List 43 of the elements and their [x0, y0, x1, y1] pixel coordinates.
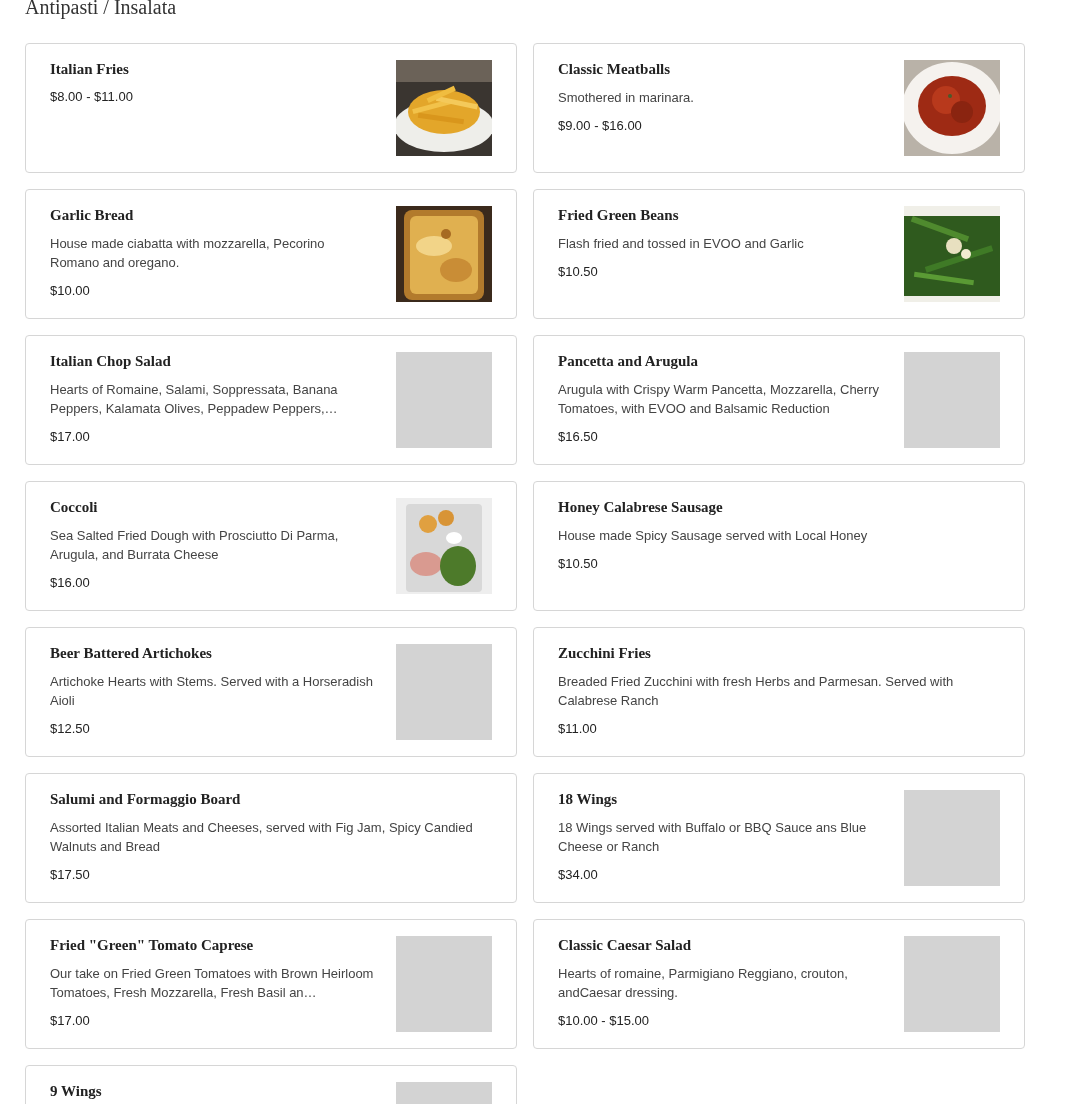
- item-description: Flash fried and tossed in EVOO and Garlic: [558, 235, 805, 253]
- item-name: 9 Wings: [50, 1083, 103, 1100]
- item-description: Hearts of romaine, Parmigiano Reggiano, crouton, andCaesar dressing.: [558, 965, 849, 1002]
- item-price: $17.50: [50, 866, 91, 883]
- item-description: House made ciabatta with mozzarella, Pecorino Romano and oregano.: [50, 235, 326, 272]
- item-price: $16.00: [50, 574, 91, 591]
- item-description: Breaded Fried Zucchini with fresh Herbs and Parmesan. Served with Calabrese Ranch: [558, 673, 955, 710]
- item-description: Artichoke Hearts with Stems. Served with a Horseradish Aioli: [50, 673, 374, 710]
- item-description: Assorted Italian Meats and Cheeses, served with Fig Jam, Spicy Candied Walnuts and Bread: [50, 819, 474, 856]
- item-price: $17.00: [50, 428, 91, 445]
- item-description: Smothered in marinara.: [558, 89, 695, 107]
- item-name: Honey Calabrese Sausage: [558, 499, 724, 516]
- item-description: Sea Salted Fried Dough with Prosciutto Di Parma, Arugula, and Burrata Cheese: [50, 527, 340, 564]
- item-price: $10.50: [558, 263, 599, 280]
- item-description: Arugula with Crispy Warm Pancetta, Mozzarella, Cherry Tomatoes, with EVOO and Balsamic Reduction: [558, 381, 880, 418]
- item-description: House made Spicy Sausage served with Local Honey: [558, 527, 869, 545]
- item-name: Pancetta and Arugula: [558, 353, 699, 370]
- item-name: Coccoli: [50, 499, 99, 516]
- item-description: Our take on Fried Green Tomatoes with Brown Heirloom Tomatoes, Fresh Mozzarella, Fresh Basil an…: [50, 965, 375, 1002]
- item-price: $34.00: [558, 866, 599, 883]
- item-price: $10.50: [558, 555, 599, 572]
- item-price: $8.00 - $11.00: [50, 88, 134, 105]
- item-price: $10.00 - $15.00: [558, 1012, 651, 1029]
- item-name: Beer Battered Artichokes: [50, 645, 213, 662]
- item-name: Italian Fries: [50, 61, 130, 78]
- item-name: 18 Wings: [558, 791, 619, 808]
- section-heading: Antipasti / Insalata: [25, 0, 178, 19]
- item-name: Salumi and Formaggio Board: [50, 791, 242, 808]
- item-price: $9.00 - $16.00: [558, 117, 643, 134]
- item-name: Classic Meatballs: [558, 61, 672, 78]
- item-name: Fried Green Beans: [558, 207, 680, 224]
- item-price: $11.00: [558, 720, 598, 737]
- item-price: $12.50: [50, 720, 91, 737]
- item-name: Garlic Bread: [50, 207, 135, 224]
- item-price: $16.50: [558, 428, 599, 445]
- item-name: Zucchini Fries: [558, 645, 652, 662]
- item-name: Classic Caesar Salad: [558, 937, 693, 954]
- item-price: $17.00: [50, 1012, 91, 1029]
- item-name: Fried "Green" Tomato Caprese: [50, 937, 255, 954]
- item-description: 18 Wings served with Buffalo or BBQ Sauce ans Blue Cheese or Ranch: [558, 819, 868, 856]
- item-price: $10.00: [50, 282, 91, 299]
- item-name: Italian Chop Salad: [50, 353, 172, 370]
- item-description: Hearts of Romaine, Salami, Soppressata, Banana Peppers, Kalamata Olives, Peppadew Peppers,…: [50, 381, 339, 418]
